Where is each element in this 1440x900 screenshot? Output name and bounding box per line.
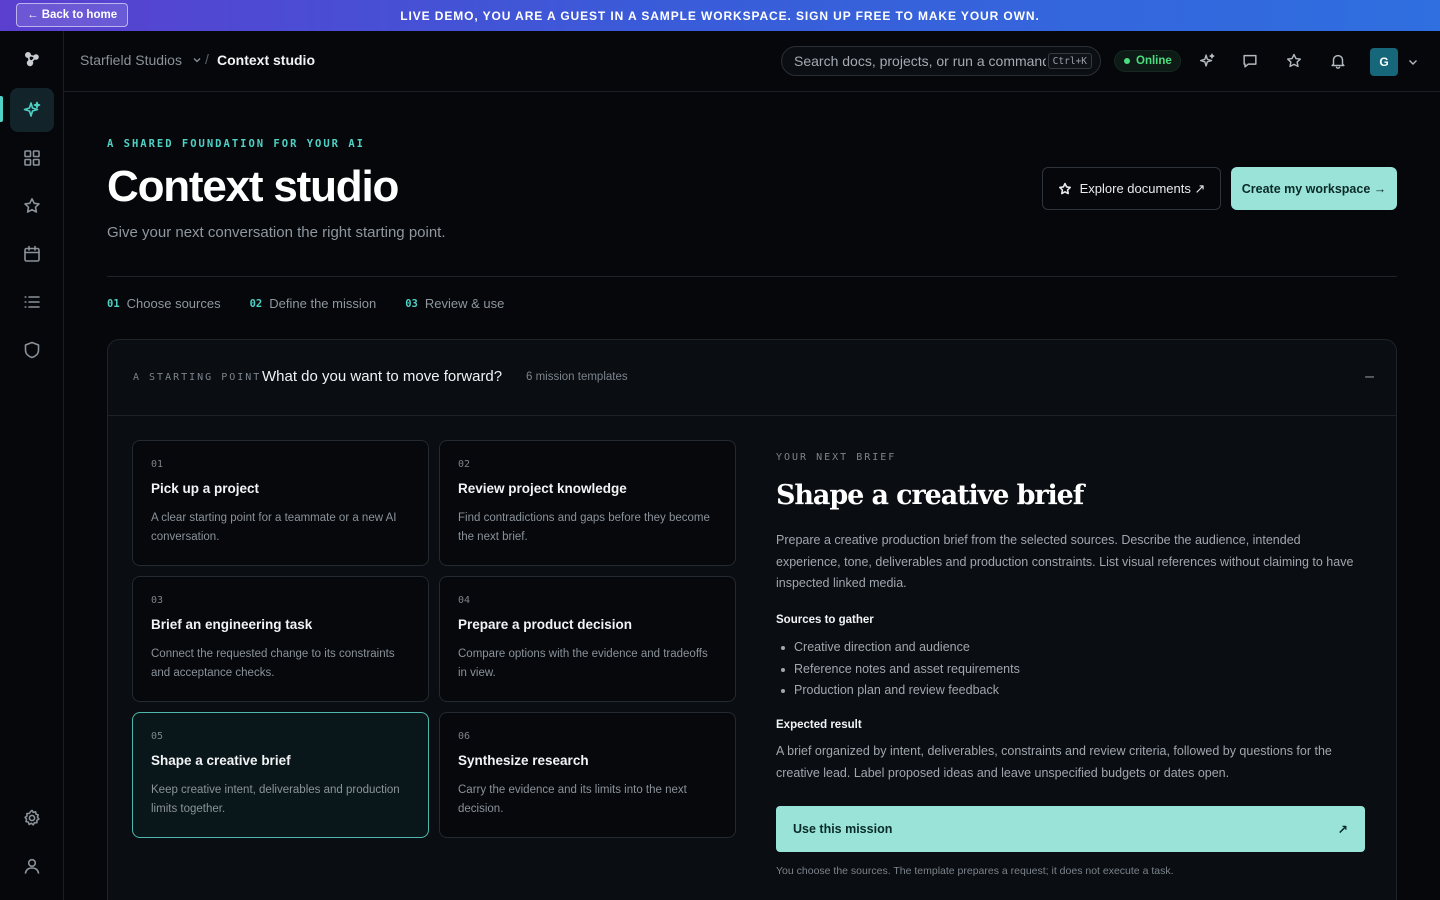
step-label: Review & use bbox=[424, 296, 505, 311]
ai-assistant-icon[interactable] bbox=[1196, 50, 1218, 72]
left-rail bbox=[0, 31, 64, 900]
card-description: Connect the requested change to its cons… bbox=[151, 648, 395, 679]
template-card[interactable]: 04 Prepare a product decision Compare op… bbox=[439, 576, 736, 702]
card-description: Keep creative intent, deliverables and p… bbox=[151, 784, 400, 815]
panel-kicker: A STARTING POINT bbox=[133, 372, 262, 383]
brief-footnote: You choose the sources. The template pre… bbox=[776, 865, 1174, 877]
shield-icon[interactable] bbox=[10, 328, 54, 372]
page-subtitle: Give your next conversation the right st… bbox=[107, 224, 446, 241]
template-card[interactable]: 02 Review project knowledge Find contrad… bbox=[439, 440, 736, 566]
arrow-up-right-icon: ↗ bbox=[1337, 822, 1348, 837]
star-icon[interactable] bbox=[10, 184, 54, 228]
top-bar: Starfield Studios / Context studio Ctrl+… bbox=[64, 31, 1440, 92]
card-description: A clear starting point for a teammate or… bbox=[151, 512, 397, 543]
collapse-icon[interactable]: – bbox=[1365, 368, 1374, 386]
step-choose-sources[interactable]: 01 Choose sources bbox=[107, 296, 221, 311]
page-title: Context studio bbox=[107, 162, 399, 211]
page-eyebrow: A SHARED FOUNDATION FOR YOUR AI bbox=[107, 138, 365, 150]
brief-description: Prepare a creative production brief from… bbox=[776, 533, 1354, 590]
breadcrumb-workspace[interactable]: Starfield Studios bbox=[80, 52, 182, 68]
breadcrumb-separator: / bbox=[205, 51, 209, 67]
card-number: 06 bbox=[458, 731, 471, 742]
chevron-down-icon[interactable] bbox=[192, 55, 202, 65]
brief-kicker: YOUR NEXT BRIEF bbox=[776, 452, 897, 463]
step-define-mission[interactable]: 02 Define the mission bbox=[250, 296, 377, 311]
mission-panel: A STARTING POINT What do you want to mov… bbox=[107, 339, 1397, 900]
card-description: Carry the evidence and its limits into t… bbox=[458, 784, 687, 815]
explore-documents-button[interactable]: Explore documents ↗ bbox=[1042, 167, 1221, 210]
gear-icon[interactable] bbox=[10, 796, 54, 840]
explore-documents-label: Explore documents ↗ bbox=[1079, 180, 1206, 196]
list-icon[interactable] bbox=[10, 280, 54, 324]
status-dot bbox=[1124, 58, 1130, 64]
calendar-icon[interactable] bbox=[10, 232, 54, 276]
card-description: Find contradictions and gaps before they… bbox=[458, 512, 710, 543]
step-label: Define the mission bbox=[269, 296, 377, 311]
card-number: 04 bbox=[458, 595, 471, 606]
sparkles-icon[interactable] bbox=[10, 88, 54, 132]
brief-title: Shape a creative brief bbox=[776, 480, 1084, 511]
step-number: 02 bbox=[249, 297, 263, 310]
step-indicator: 01 Choose sources 02 Define the mission … bbox=[107, 296, 504, 311]
status-label: Online bbox=[1136, 55, 1172, 67]
avatar[interactable]: G bbox=[1370, 48, 1398, 76]
demo-banner-text: LIVE DEMO, YOU ARE A GUEST IN A SAMPLE W… bbox=[400, 8, 1040, 23]
logo-icon[interactable] bbox=[10, 37, 54, 81]
grid-icon[interactable] bbox=[10, 136, 54, 180]
mission-panel-header: A STARTING POINT What do you want to mov… bbox=[108, 340, 1396, 416]
search-shortcut-hint: Ctrl+K bbox=[1047, 53, 1092, 69]
search-bar[interactable]: Ctrl+K bbox=[781, 46, 1101, 76]
expected-result-text: A brief organized by intent, deliverable… bbox=[776, 744, 1332, 780]
user-icon[interactable] bbox=[10, 844, 54, 888]
card-number: 05 bbox=[151, 731, 164, 742]
step-label: Choose sources bbox=[126, 296, 221, 311]
status-badge: Online bbox=[1114, 50, 1181, 72]
demo-banner: ← Back to home LIVE DEMO, YOU ARE A GUES… bbox=[0, 0, 1440, 31]
use-mission-label: Use this mission bbox=[793, 822, 893, 836]
card-number: 03 bbox=[151, 595, 164, 606]
breadcrumb-current-page: Context studio bbox=[217, 52, 315, 68]
panel-question: What do you want to move forward? bbox=[262, 368, 503, 385]
comments-icon[interactable] bbox=[1239, 50, 1261, 72]
header-divider bbox=[107, 276, 1397, 277]
template-card[interactable]: 01 Pick up a project A clear starting po… bbox=[132, 440, 429, 566]
card-title: Shape a creative brief bbox=[151, 753, 291, 768]
card-title: Brief an engineering task bbox=[151, 617, 313, 632]
step-number: 03 bbox=[405, 297, 418, 310]
list-item: Creative direction and audience bbox=[776, 637, 1020, 659]
expected-result-heading: Expected result bbox=[776, 719, 862, 731]
back-to-home-button[interactable]: ← Back to home bbox=[16, 3, 129, 27]
card-number: 02 bbox=[458, 459, 471, 470]
use-mission-button[interactable]: Use this mission ↗ bbox=[776, 806, 1365, 852]
star-outline-icon bbox=[1058, 182, 1071, 194]
account-menu-chevron-icon[interactable] bbox=[1407, 56, 1419, 68]
template-count: 6 mission templates bbox=[526, 371, 628, 383]
rail-active-indicator bbox=[0, 96, 3, 122]
sources-list: Creative direction and audience Referenc… bbox=[776, 637, 1020, 702]
list-item: Production plan and review feedback bbox=[776, 680, 1020, 702]
create-workspace-button[interactable]: Create my workspace → bbox=[1231, 167, 1397, 210]
step-number: 01 bbox=[107, 297, 120, 310]
search-input[interactable] bbox=[794, 53, 1046, 69]
bell-icon[interactable] bbox=[1327, 50, 1349, 72]
step-review-use[interactable]: 03 Review & use bbox=[405, 296, 504, 311]
card-number: 01 bbox=[151, 459, 164, 470]
card-title: Synthesize research bbox=[458, 753, 589, 768]
card-title: Review project knowledge bbox=[458, 481, 627, 496]
sources-heading: Sources to gather bbox=[776, 614, 874, 626]
card-title: Pick up a project bbox=[151, 481, 260, 496]
template-card[interactable]: 03 Brief an engineering task Connect the… bbox=[132, 576, 429, 702]
template-card-selected[interactable]: 05 Shape a creative brief Keep creative … bbox=[132, 712, 429, 838]
favorites-icon[interactable] bbox=[1283, 50, 1305, 72]
card-description: Compare options with the evidence and tr… bbox=[458, 648, 708, 679]
template-card[interactable]: 06 Synthesize research Carry the evidenc… bbox=[439, 712, 736, 838]
card-title: Prepare a product decision bbox=[458, 617, 633, 632]
list-item: Reference notes and asset requirements bbox=[776, 659, 1020, 681]
